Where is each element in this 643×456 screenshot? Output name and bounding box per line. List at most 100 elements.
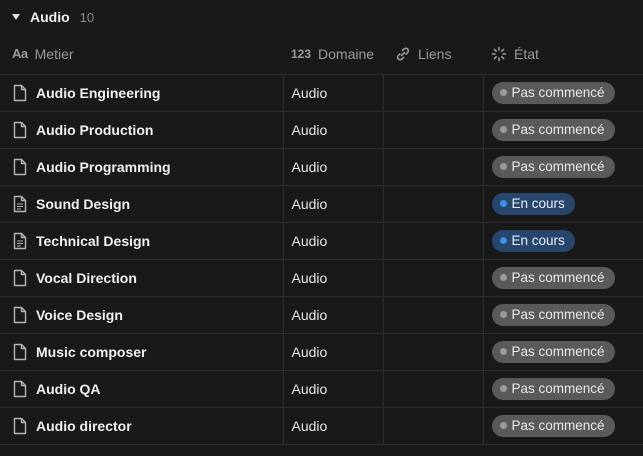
- cell-liens[interactable]: [382, 296, 483, 334]
- cell-liens[interactable]: [382, 222, 483, 260]
- domaine-value: Audio: [291, 380, 328, 397]
- row-title[interactable]: Audio Programming: [36, 159, 171, 175]
- row-title[interactable]: Audio QA: [36, 381, 101, 397]
- row-title[interactable]: Vocal Direction: [36, 270, 137, 286]
- page-icon: [12, 417, 28, 435]
- domaine-value: Audio: [291, 158, 328, 175]
- status-label: Pas commencé: [511, 85, 605, 100]
- status-label: Pas commencé: [511, 270, 605, 285]
- cell-etat[interactable]: Pas commencé: [482, 296, 643, 334]
- cell-liens[interactable]: [382, 148, 483, 186]
- column-label: Metier: [34, 45, 74, 62]
- cell-liens[interactable]: [382, 111, 483, 149]
- row-title[interactable]: Technical Design: [36, 233, 150, 249]
- group-header[interactable]: Audio 10: [0, 0, 643, 34]
- column-header-metier[interactable]: Aa Metier: [0, 34, 283, 75]
- status-dot-icon: [499, 126, 507, 133]
- domaine-value: Audio: [291, 121, 328, 138]
- row-title[interactable]: Audio Production: [36, 122, 153, 138]
- cell-metier[interactable]: Audio Engineering: [0, 74, 283, 112]
- cell-domaine[interactable]: Audio: [282, 407, 383, 445]
- cell-etat[interactable]: Pas commencé: [482, 74, 643, 112]
- cell-metier[interactable]: Audio Production: [0, 111, 283, 149]
- cell-etat[interactable]: Pas commencé: [482, 407, 643, 445]
- cell-metier[interactable]: Vocal Direction: [0, 259, 283, 297]
- table-row[interactable]: Technical Design Audio En cours: [0, 222, 643, 260]
- cell-domaine[interactable]: Audio: [282, 148, 383, 186]
- cell-metier[interactable]: Audio QA: [0, 370, 283, 408]
- status-dot-icon: [499, 422, 507, 429]
- cell-domaine[interactable]: Audio: [282, 185, 383, 223]
- cell-etat[interactable]: Pas commencé: [482, 148, 643, 186]
- cell-liens[interactable]: [382, 185, 483, 223]
- cell-metier[interactable]: Audio Programming: [0, 148, 283, 186]
- row-title[interactable]: Audio director: [36, 418, 132, 434]
- text-property-icon: Aa: [12, 46, 28, 62]
- cell-domaine[interactable]: Audio: [282, 222, 383, 260]
- cell-etat[interactable]: Pas commencé: [482, 370, 643, 408]
- table-row[interactable]: Audio Programming Audio Pas commencé: [0, 148, 643, 186]
- cell-metier[interactable]: Voice Design: [0, 296, 283, 334]
- cell-metier[interactable]: Audio director: [0, 407, 283, 445]
- page-icon: [12, 306, 28, 324]
- status-badge[interactable]: Pas commencé: [491, 340, 615, 363]
- cell-etat[interactable]: En cours: [482, 222, 643, 260]
- row-title[interactable]: Voice Design: [36, 307, 123, 323]
- row-title[interactable]: Sound Design: [36, 196, 130, 212]
- cell-domaine[interactable]: Audio: [282, 74, 383, 112]
- column-header-liens[interactable]: Liens: [383, 34, 483, 75]
- cell-metier[interactable]: Sound Design: [0, 185, 283, 223]
- cell-domaine[interactable]: Audio: [282, 296, 383, 334]
- cell-etat[interactable]: Pas commencé: [482, 259, 643, 297]
- cell-domaine[interactable]: Audio: [282, 111, 383, 149]
- table-row[interactable]: Music composer Audio Pas commencé: [0, 333, 643, 371]
- status-icon: [491, 46, 507, 62]
- status-badge[interactable]: En cours: [491, 229, 575, 252]
- table-row[interactable]: Audio director Audio Pas commencé: [0, 407, 643, 445]
- column-header-etat[interactable]: État: [483, 34, 643, 75]
- table-row[interactable]: Audio Engineering Audio Pas commencé: [0, 74, 643, 112]
- cell-metier[interactable]: Technical Design: [0, 222, 283, 260]
- group-count: 10: [79, 9, 95, 25]
- document-icon: [12, 195, 28, 213]
- table-row[interactable]: Audio QA Audio Pas commencé: [0, 370, 643, 408]
- page-icon: [12, 158, 28, 176]
- status-badge[interactable]: Pas commencé: [491, 414, 615, 437]
- status-badge[interactable]: Pas commencé: [491, 155, 615, 178]
- table-row[interactable]: Audio Production Audio Pas commencé: [0, 111, 643, 149]
- status-badge[interactable]: Pas commencé: [491, 377, 615, 400]
- cell-etat[interactable]: Pas commencé: [482, 333, 643, 371]
- table-row[interactable]: Vocal Direction Audio Pas commencé: [0, 259, 643, 297]
- status-dot-icon: [499, 274, 507, 281]
- domaine-value: Audio: [291, 306, 328, 323]
- number-property-icon: 123: [291, 46, 312, 61]
- column-label: Liens: [418, 45, 452, 62]
- cell-etat[interactable]: En cours: [482, 185, 643, 223]
- cell-liens[interactable]: [382, 74, 483, 112]
- caret-down-icon[interactable]: [10, 11, 22, 23]
- status-badge[interactable]: Pas commencé: [491, 81, 615, 104]
- cell-liens[interactable]: [382, 333, 483, 371]
- table-row[interactable]: Sound Design Audio En cours: [0, 185, 643, 223]
- status-badge[interactable]: Pas commencé: [491, 303, 615, 326]
- cell-domaine[interactable]: Audio: [282, 370, 383, 408]
- status-badge[interactable]: Pas commencé: [491, 266, 615, 289]
- domaine-value: Audio: [291, 343, 328, 360]
- status-dot-icon: [499, 237, 507, 244]
- cell-liens[interactable]: [382, 407, 483, 445]
- cell-domaine[interactable]: Audio: [282, 259, 383, 297]
- column-header-domaine[interactable]: 123 Domaine: [283, 34, 383, 75]
- row-title[interactable]: Music composer: [36, 344, 146, 360]
- status-label: En cours: [511, 233, 565, 248]
- cell-domaine[interactable]: Audio: [282, 333, 383, 371]
- status-dot-icon: [499, 385, 507, 392]
- cell-liens[interactable]: [382, 370, 483, 408]
- row-title[interactable]: Audio Engineering: [36, 85, 160, 101]
- status-label: Pas commencé: [511, 418, 605, 433]
- table-row[interactable]: Voice Design Audio Pas commencé: [0, 296, 643, 334]
- cell-etat[interactable]: Pas commencé: [482, 111, 643, 149]
- status-badge[interactable]: Pas commencé: [491, 118, 615, 141]
- cell-metier[interactable]: Music composer: [0, 333, 283, 371]
- cell-liens[interactable]: [382, 259, 483, 297]
- status-badge[interactable]: En cours: [491, 192, 575, 215]
